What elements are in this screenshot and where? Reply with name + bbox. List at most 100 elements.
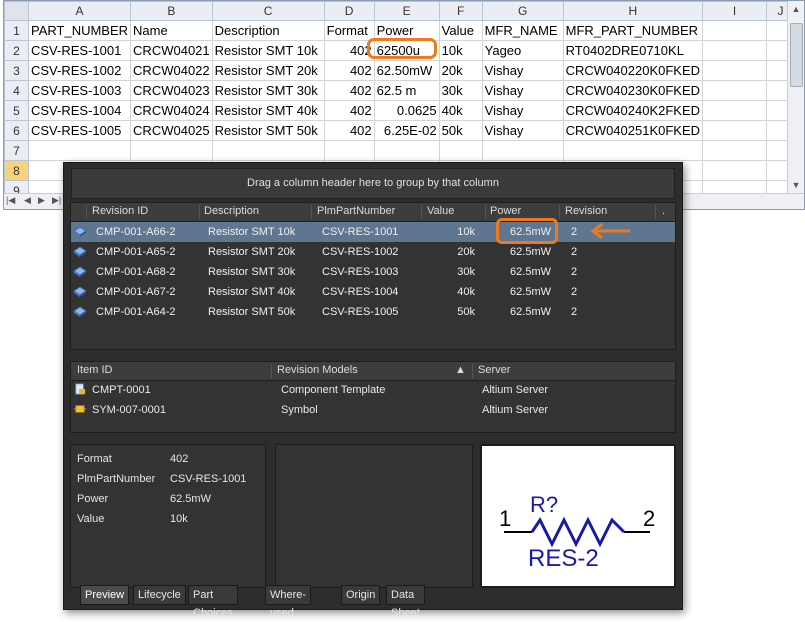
scroll-thumb[interactable] — [790, 23, 803, 87]
sheet-cell[interactable]: CRCW040240K2FKED — [562, 100, 704, 121]
column-header-revision-models[interactable]: Revision Models — [277, 364, 358, 376]
column-header-value[interactable]: Value — [427, 205, 454, 217]
row-header[interactable]: 5 — [4, 100, 29, 121]
sheet-cell[interactable]: 40k — [438, 100, 483, 121]
column-header[interactable]: F — [438, 1, 483, 21]
sheet-cell[interactable] — [702, 140, 768, 161]
revision-row[interactable]: CMP-001-A67-2 Resistor SMT 40k CSV-RES-100… — [71, 282, 675, 302]
sheet-cell[interactable]: Description — [211, 20, 325, 41]
sheet-cell[interactable]: 62.50mW — [373, 60, 440, 81]
next-sheet-icon[interactable]: ▶ — [38, 195, 45, 206]
column-header-power[interactable]: Power — [490, 205, 521, 217]
sheet-cell[interactable] — [702, 20, 768, 41]
row-header[interactable]: 8 — [4, 160, 29, 181]
sheet-cell[interactable]: CSV-RES-1001 — [27, 40, 132, 61]
sheet-cell[interactable]: CSV-RES-1003 — [27, 80, 132, 101]
tab-where-used[interactable]: Where-used — [265, 585, 312, 619]
sheet-cell[interactable]: Resistor SMT 40k — [211, 100, 325, 121]
sheet-cell[interactable]: Vishay — [481, 100, 564, 121]
select-all-corner[interactable] — [4, 1, 29, 21]
sheet-cell[interactable]: Format — [323, 20, 375, 41]
item-row[interactable]: CMPT-0001 Component Template Altium Serv… — [71, 380, 675, 400]
sheet-cell[interactable]: MFR_NAME — [481, 20, 564, 41]
sheet-cell[interactable]: 10k — [438, 40, 483, 61]
vertical-scrollbar[interactable]: ▲ ▼ — [787, 1, 804, 193]
sheet-cell[interactable] — [702, 160, 768, 181]
column-header[interactable]: C — [211, 1, 325, 21]
column-header-server[interactable]: Server — [478, 364, 510, 376]
sheet-cell[interactable] — [438, 140, 483, 161]
column-header[interactable]: E — [373, 1, 440, 21]
sheet-cell[interactable]: 402 — [323, 100, 375, 121]
tab-origin[interactable]: Origin — [341, 585, 381, 605]
sheet-cell[interactable] — [702, 100, 768, 121]
row-header[interactable]: 6 — [4, 120, 29, 141]
sheet-cell[interactable]: Resistor SMT 20k — [211, 60, 325, 81]
column-header-revision[interactable]: Revision — [565, 205, 607, 217]
sheet-cell[interactable]: Resistor SMT 10k — [211, 40, 325, 61]
sheet-cell[interactable] — [211, 140, 325, 161]
sheet-cell[interactable]: RT0402DRE0710KL — [562, 40, 704, 61]
sheet-cell[interactable]: PART_NUMBER — [27, 20, 132, 41]
sheet-cell[interactable]: 62.5 m — [373, 80, 440, 101]
sheet-cell[interactable]: CSV-RES-1004 — [27, 100, 132, 121]
sheet-cell[interactable]: CRCW04021 — [130, 40, 213, 61]
revision-row[interactable]: CMP-001-A65-2 Resistor SMT 20k CSV-RES-100… — [71, 242, 675, 262]
sheet-cell[interactable] — [373, 140, 440, 161]
sheet-cell[interactable]: CSV-RES-1002 — [27, 60, 132, 81]
sheet-cell[interactable]: Resistor SMT 30k — [211, 80, 325, 101]
sheet-cell[interactable] — [702, 40, 768, 61]
sheet-cell[interactable]: Vishay — [481, 60, 564, 81]
column-header[interactable]: G — [481, 1, 564, 21]
sheet-cell[interactable]: MFR_PART_NUMBER — [562, 20, 704, 41]
tab-data-sheet[interactable]: Data Sheet — [386, 585, 425, 619]
column-header-plm-part-number[interactable]: PlmPartNumber — [317, 205, 395, 217]
sheet-cell[interactable] — [130, 140, 213, 161]
revision-row[interactable]: CMP-001-A66-2 Resistor SMT 10k CSV-RES-100… — [71, 222, 675, 242]
sheet-cell[interactable]: Name — [130, 20, 213, 41]
sheet-cell[interactable]: 402 — [323, 80, 375, 101]
tab-part-choices[interactable]: Part Choices — [188, 585, 238, 619]
sheet-cell[interactable] — [562, 140, 704, 161]
sheet-cell[interactable]: CRCW040230K0FKED — [562, 80, 704, 101]
sheet-cell[interactable]: CRCW04025 — [130, 120, 213, 141]
sheet-cell[interactable]: CRCW04024 — [130, 100, 213, 121]
sheet-cell[interactable]: 402 — [323, 60, 375, 81]
sheet-cell[interactable] — [702, 120, 768, 141]
sheet-cell[interactable] — [481, 140, 564, 161]
prev-sheet-icon[interactable]: ◀ — [24, 195, 31, 206]
sheet-cell[interactable] — [702, 80, 768, 101]
column-header-item-id[interactable]: Item ID — [77, 364, 112, 376]
sheet-cell[interactable] — [27, 140, 132, 161]
sheet-cell[interactable]: Vishay — [481, 80, 564, 101]
item-row[interactable]: SYM-007-0001 Symbol Altium Server — [71, 400, 675, 420]
sheet-cell[interactable]: 50k — [438, 120, 483, 141]
revision-row[interactable]: CMP-001-A68-2 Resistor SMT 30k CSV-RES-100… — [71, 262, 675, 282]
sheet-cell[interactable]: Yageo — [481, 40, 564, 61]
column-header-revision-id[interactable]: Revision ID — [92, 205, 148, 217]
sheet-cell[interactable] — [323, 140, 375, 161]
column-header[interactable]: D — [323, 1, 375, 21]
column-header[interactable]: I — [702, 1, 768, 21]
sheet-cell[interactable]: Vishay — [481, 120, 564, 141]
sheet-cell[interactable]: 6.25E-02 — [373, 120, 440, 141]
sheet-cell[interactable]: CSV-RES-1005 — [27, 120, 132, 141]
sheet-cell[interactable] — [702, 60, 768, 81]
sheet-cell[interactable]: 30k — [438, 80, 483, 101]
sheet-cell[interactable]: 20k — [438, 60, 483, 81]
sheet-cell[interactable]: 402 — [323, 120, 375, 141]
revision-row[interactable]: CMP-001-A64-2 Resistor SMT 50k CSV-RES-100… — [71, 302, 675, 322]
group-by-drop-area[interactable]: Drag a column header here to group by th… — [71, 168, 675, 199]
tab-lifecycle[interactable]: Lifecycle — [133, 585, 186, 605]
sheet-cell[interactable]: CRCW040220K0FKED — [562, 60, 704, 81]
sheet-cell[interactable]: CRCW040251K0FKED — [562, 120, 704, 141]
row-header[interactable]: 4 — [4, 80, 29, 101]
tab-preview[interactable]: Preview — [80, 585, 130, 605]
scroll-down-icon[interactable]: ▼ — [788, 177, 804, 193]
sheet-cell[interactable]: CRCW04023 — [130, 80, 213, 101]
sheet-cell[interactable]: Value — [438, 20, 483, 41]
column-header[interactable]: H — [562, 1, 704, 21]
column-header[interactable]: B — [130, 1, 213, 21]
column-header[interactable]: A — [27, 1, 132, 21]
row-header[interactable]: 2 — [4, 40, 29, 61]
